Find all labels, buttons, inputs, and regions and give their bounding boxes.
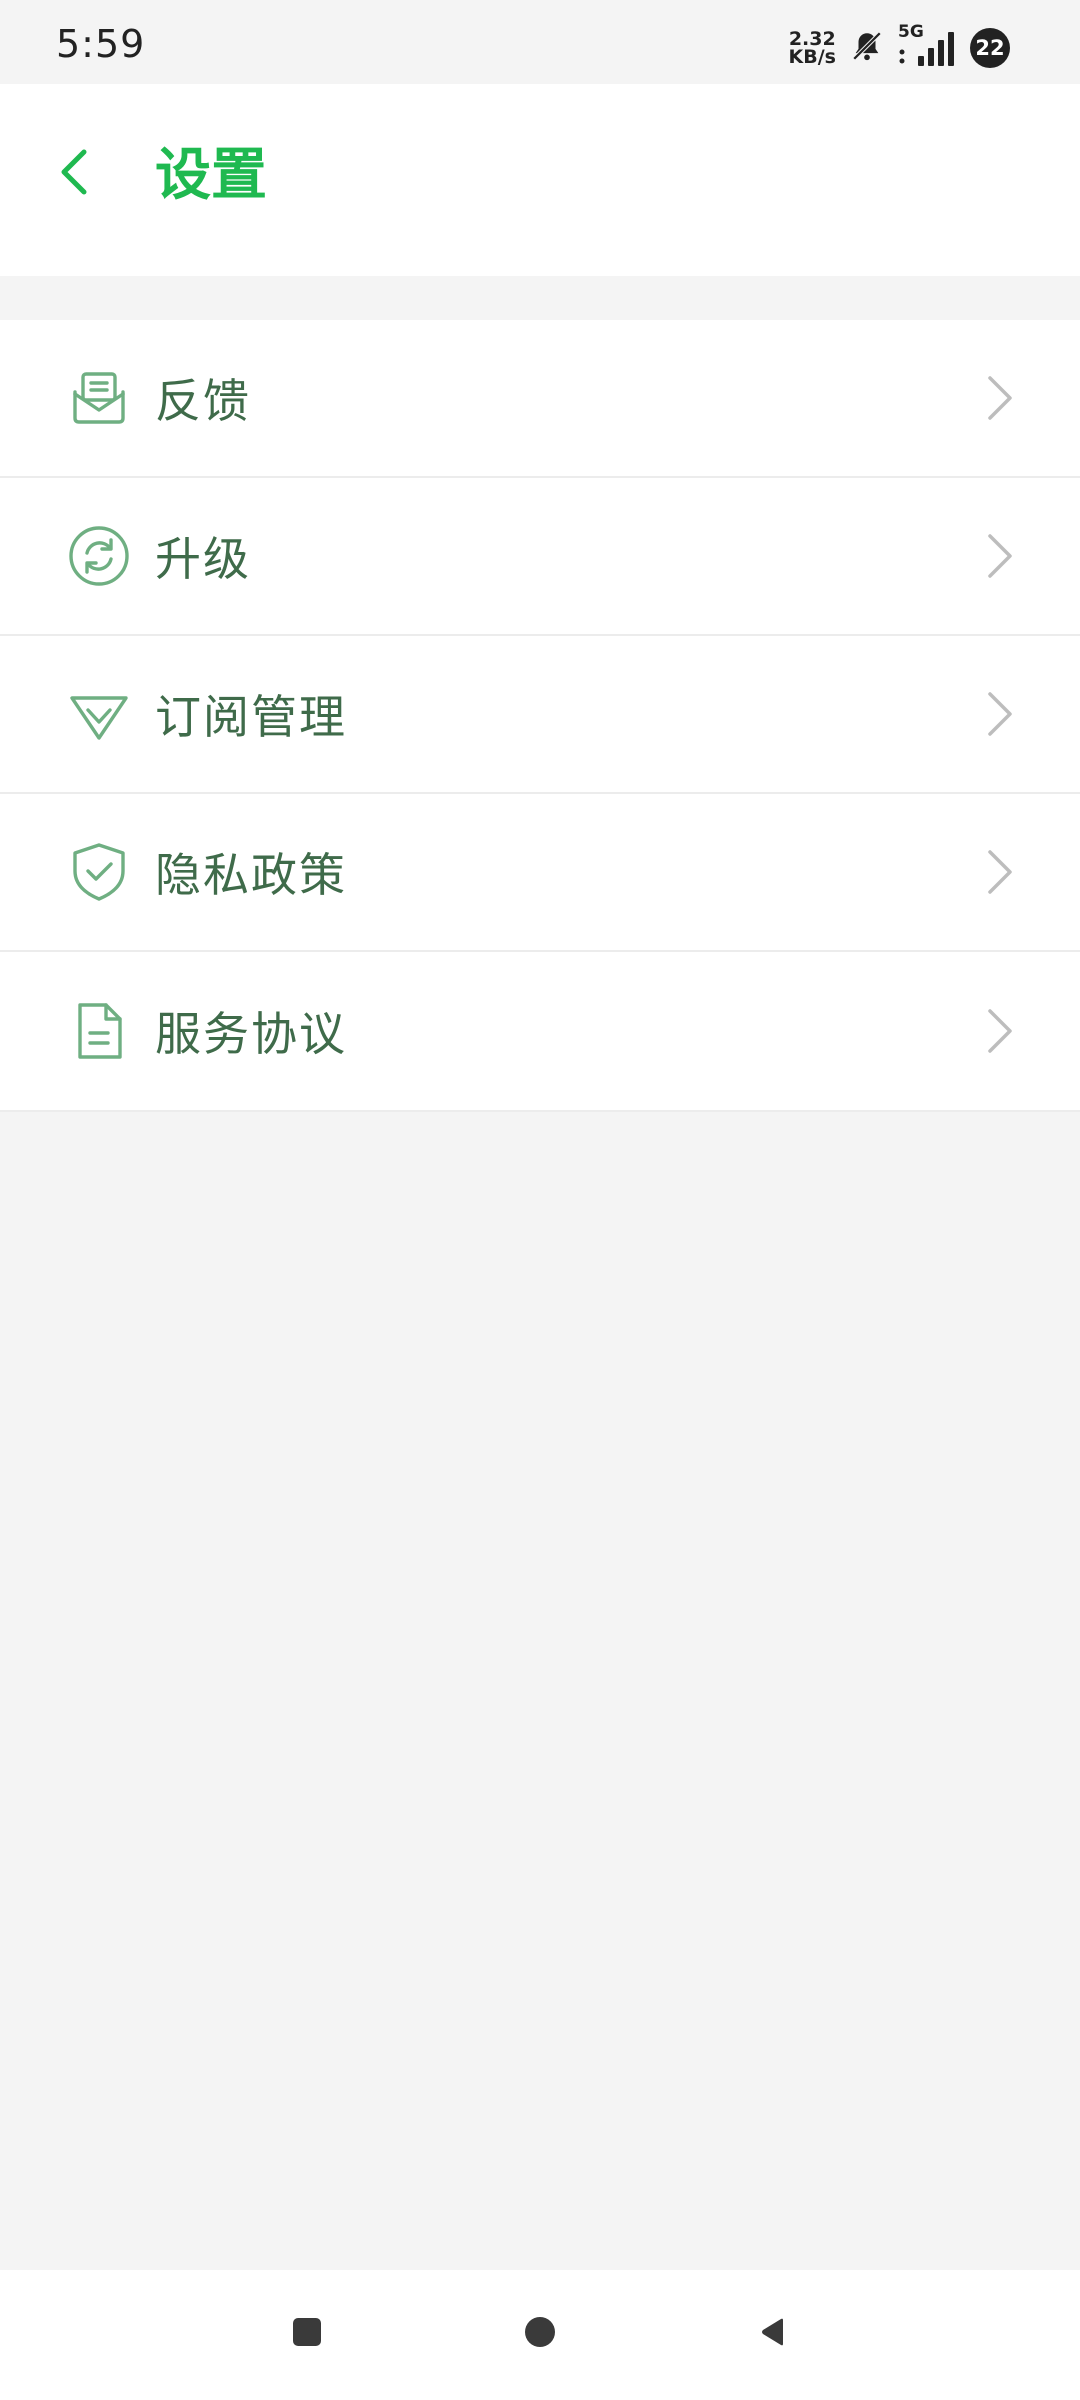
settings-item-terms[interactable]: 服务协议 [0,952,1080,1112]
chevron-right-icon [988,376,1012,420]
chevron-right-icon [988,534,1012,578]
square-icon [291,2316,323,2352]
settings-item-label: 升级 [155,532,251,586]
battery-indicator: 22 [970,28,1010,68]
feedback-mail-icon [66,365,132,431]
settings-item-feedback[interactable]: 反馈 [0,320,1080,478]
shield-check-icon [66,839,132,905]
settings-item-privacy[interactable]: 隐私政策 [0,794,1080,952]
page-title: 设置 [155,143,267,208]
status-bar: 5:59 2.32 KB/s 5G 22 [0,0,1080,84]
system-nav-bar [0,2270,1080,2400]
network-speed: 2.32 KB/s [788,30,836,68]
status-icons: 2.32 KB/s 5G 22 [788,22,1010,70]
chevron-right-icon [988,850,1012,894]
cellular-signal-icon: 5G [898,22,956,68]
back-nav-button[interactable] [743,2304,803,2364]
circle-icon [524,2316,556,2352]
bell-muted-icon [850,29,884,67]
status-time: 5:59 [56,22,146,66]
settings-item-label: 隐私政策 [155,848,347,902]
home-button[interactable] [510,2304,570,2364]
chevron-left-icon [56,146,92,202]
document-icon [66,998,132,1064]
recent-apps-button[interactable] [277,2304,337,2364]
settings-list: 反馈 升级 订阅管理 隐私政策 服务协议 [0,320,1080,1112]
triangle-back-icon [757,2316,789,2352]
refresh-icon [66,523,132,589]
settings-item-label: 反馈 [155,374,251,428]
settings-item-subscription[interactable]: 订阅管理 [0,636,1080,794]
back-button[interactable] [44,144,104,204]
header: 设置 [0,84,1080,276]
chevron-right-icon [988,692,1012,736]
network-speed-unit: KB/s [788,46,836,68]
settings-item-upgrade[interactable]: 升级 [0,478,1080,636]
network-type-label: 5G [898,22,924,42]
settings-item-label: 订阅管理 [155,690,347,744]
chevron-right-icon [988,1009,1012,1053]
settings-item-label: 服务协议 [155,1007,347,1061]
diamond-icon [66,681,132,747]
